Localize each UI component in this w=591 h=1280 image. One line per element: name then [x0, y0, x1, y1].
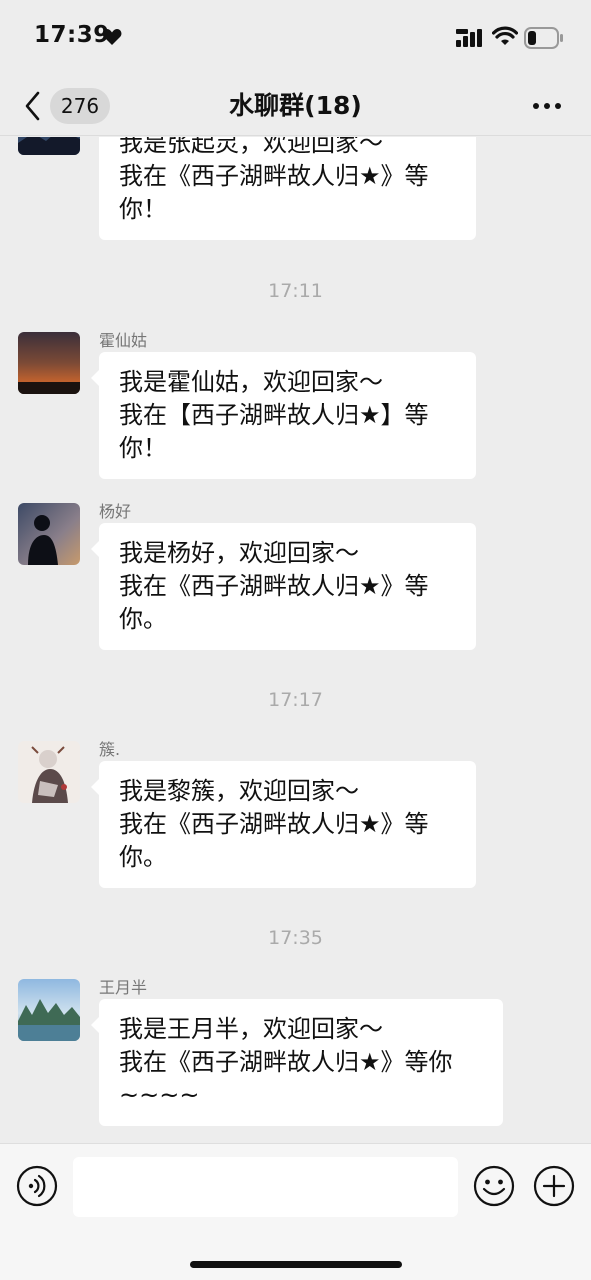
message-line: ~~~~ — [119, 1081, 200, 1109]
timestamp: 17:11 — [268, 280, 323, 302]
battery-icon — [524, 27, 563, 49]
anime-character-avatar[interactable] — [18, 741, 80, 803]
message-bubble[interactable]: 我是黎簇，欢迎回家～ 我在《西子湖畔故人归★》等 你。 — [91, 761, 476, 888]
input-bar — [0, 1143, 591, 1280]
river-landscape-avatar[interactable] — [18, 979, 80, 1041]
message-line: 我在《西子湖畔故人归★》等 — [119, 162, 429, 190]
timestamp: 17:17 — [268, 689, 323, 711]
voice-icon[interactable] — [16, 1165, 58, 1207]
chat-message-list[interactable]: 我是张起灵，欢迎回家～ 我在《西子湖畔故人归★》等 你！ 17:11 霍仙姑 我… — [0, 137, 591, 1143]
sender-name: 霍仙姑 — [99, 331, 148, 350]
message-line: 我是张起灵，欢迎回家～ — [119, 137, 383, 157]
message-line: 你。 — [119, 843, 167, 871]
silhouette-avatar[interactable] — [18, 503, 80, 565]
sender-name: 簇. — [99, 740, 121, 759]
plus-icon[interactable] — [533, 1165, 575, 1207]
status-time: 17:39 — [34, 22, 110, 48]
nav-bar: 276 水聊群(18) — [0, 76, 591, 136]
cellular-signal-icon — [456, 29, 482, 47]
chat-title: 水聊群(18) — [229, 91, 362, 120]
message-line: 我在《西子湖畔故人归★》等 — [119, 572, 429, 600]
status-bar: 17:39 — [0, 0, 591, 76]
message-bubble[interactable]: 我是霍仙姑，欢迎回家～ 我在【西子湖畔故人归★】等 你！ — [91, 352, 476, 479]
message-line: 我在《西子湖畔故人归★》等 — [119, 810, 429, 838]
message-bubble[interactable]: 我是杨好，欢迎回家～ 我在《西子湖畔故人归★》等 你。 — [91, 523, 476, 650]
message-line: 我是黎簇，欢迎回家～ — [119, 777, 359, 805]
emoji-icon[interactable] — [473, 1165, 515, 1207]
more-icon[interactable] — [532, 102, 562, 110]
message-line: 我在《西子湖畔故人归★》等你 — [119, 1048, 453, 1076]
message-line: 我是杨好，欢迎回家～ — [119, 539, 359, 567]
sender-name: 王月半 — [99, 978, 148, 997]
sender-name: 杨好 — [99, 502, 132, 521]
message-line: 我在【西子湖畔故人归★】等 — [119, 401, 429, 429]
night-landscape-avatar[interactable] — [18, 137, 80, 155]
timestamp: 17:35 — [268, 927, 323, 949]
message-line: 我是霍仙姑，欢迎回家～ — [119, 368, 383, 396]
heart-icon — [102, 29, 122, 45]
message-input[interactable] — [73, 1157, 458, 1217]
message-line: 我是王月半，欢迎回家～ — [119, 1015, 383, 1043]
wifi-icon — [492, 26, 518, 45]
message-line: 你。 — [119, 605, 167, 633]
home-indicator — [190, 1261, 402, 1268]
message-bubble[interactable]: 我是张起灵，欢迎回家～ 我在《西子湖畔故人归★》等 你！ — [99, 137, 476, 240]
message-line: 你！ — [119, 195, 167, 223]
sunset-avatar[interactable] — [18, 332, 80, 394]
message-bubble[interactable]: 我是王月半，欢迎回家～ 我在《西子湖畔故人归★》等你 ~~~~ — [91, 999, 503, 1126]
message-line: 你！ — [119, 434, 167, 462]
